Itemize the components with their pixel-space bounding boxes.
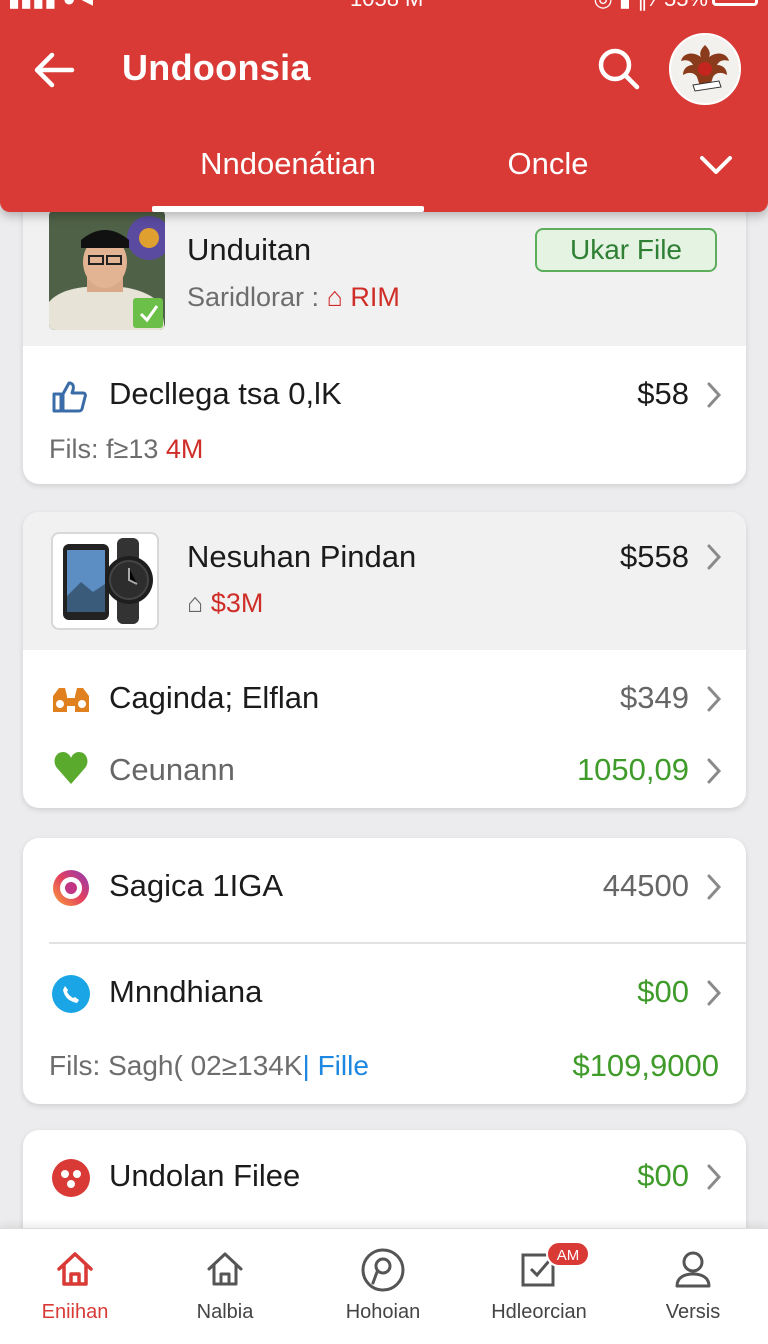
bag-icon: ⌂: [326, 282, 343, 312]
row-value: 44500: [602, 868, 689, 903]
home-outline-icon: [207, 1252, 243, 1286]
row-label: Sagica 1IGA: [109, 868, 284, 903]
row-label: Ceunann: [109, 752, 235, 787]
search-icon[interactable]: [594, 44, 642, 92]
notification-badge: AM: [546, 1241, 590, 1267]
row-label: Caginda; Elflan: [109, 680, 320, 715]
row-value: $349: [620, 680, 689, 715]
files-footer: Fils: Sagh( 02≥134K| Fille: [49, 1050, 369, 1082]
file-link[interactable]: Fille: [318, 1050, 369, 1081]
card-price: $00: [637, 1158, 689, 1193]
profile-photo: [49, 210, 165, 330]
binoculars-icon: [53, 688, 89, 712]
heart-icon: [54, 752, 88, 784]
card-unduitan: Unduitan Saridlorar : ⌂ RIM Ukar File De…: [23, 176, 746, 484]
card-nesuhan: Nesuhan Pindan $558 ⌂ $3M Caginda; Elfla…: [23, 512, 746, 808]
card-title: Undolan Filee: [109, 1158, 301, 1193]
chevron-right-icon[interactable]: [705, 381, 723, 409]
card-title: Nesuhan Pindan: [187, 539, 417, 574]
footer-amount: $109,9000: [572, 1048, 719, 1083]
nav-label: Hdleorcian: [491, 1301, 587, 1323]
tab-primary[interactable]: Nndoenátian: [152, 146, 424, 182]
row-value: 1050,09: [576, 752, 689, 787]
status-bar: ▮▮▮▮ ● ◂ 1058 M ◎ ▮ ∥ ⁄ 55%: [0, 0, 768, 16]
divider: [49, 942, 746, 944]
location-icon: [361, 1248, 405, 1292]
sub-value: $3M: [210, 588, 264, 618]
files-label: Fils:: [49, 434, 99, 464]
files-value: Sagh( 02≥134K: [108, 1050, 303, 1081]
instagram-icon: [53, 870, 89, 906]
chevron-right-icon[interactable]: [705, 757, 723, 785]
row-label: Decllega tsa 0,lK: [109, 376, 342, 411]
row-price: $58: [637, 376, 689, 411]
nav-item-versis[interactable]: Versis: [618, 1229, 768, 1344]
status-icons: ◎ ▮ ∥ ⁄ 55%: [594, 0, 708, 12]
row-label: Mnndhiana: [109, 974, 263, 1009]
separator: |: [302, 1050, 310, 1081]
nav-item-nalbia[interactable]: Nalbia: [150, 1229, 300, 1344]
card-price: $558: [620, 539, 689, 574]
subtitle-label: Saridlorar :: [187, 282, 320, 312]
files-value: f≥13: [106, 434, 159, 464]
nav-item-home[interactable]: Eniihan: [0, 1229, 150, 1344]
nav-label: Versis: [665, 1301, 721, 1323]
battery-icon: [712, 0, 758, 6]
files-label: Fils:: [49, 1050, 101, 1081]
chevron-right-icon[interactable]: [705, 979, 723, 1007]
nav-item-hdleorcian[interactable]: AM Hdleorcian: [464, 1229, 614, 1344]
tab-indicator: [152, 206, 424, 212]
nav-label: Nalbia: [196, 1301, 254, 1323]
subtitle-value: RIM: [350, 282, 400, 312]
signal-icon: ▮▮▮▮ ● ◂: [8, 0, 93, 12]
row-value: $00: [637, 974, 689, 1009]
chevron-down-icon[interactable]: [696, 148, 736, 184]
phone-call-icon: [52, 975, 90, 1013]
chevron-right-icon[interactable]: [705, 1163, 723, 1191]
back-arrow-icon[interactable]: [30, 46, 78, 94]
chevron-right-icon[interactable]: [705, 873, 723, 901]
product-thumbnail: [51, 532, 159, 630]
bottom-nav: Eniihan Nalbia Hohoian AM Hdleorcian Ver…: [0, 1228, 768, 1344]
eagle-emblem-icon: [681, 45, 729, 92]
home-icon: [57, 1252, 93, 1286]
tab-secondary[interactable]: Oncle: [470, 146, 626, 182]
nav-label: Eniihan: [41, 1301, 109, 1323]
card-title: Unduitan: [187, 232, 312, 267]
chevron-right-icon[interactable]: [705, 685, 723, 713]
card-subtitle: Saridlorar : ⌂ RIM: [187, 282, 400, 313]
card-sagica: Sagica 1IGA 44500 Mnndhiana $00 Fils: Sa…: [23, 838, 746, 1104]
chevron-right-icon[interactable]: [705, 543, 723, 571]
clock: 1058 M: [350, 0, 423, 12]
card-sub: ⌂ $3M: [187, 588, 263, 619]
app-header: ▮▮▮▮ ● ◂ 1058 M ◎ ▮ ∥ ⁄ 55% Undoonsia Nn…: [0, 0, 768, 212]
thumbs-up-icon: [52, 381, 87, 413]
files-info: Fils: f≥13 4M: [49, 434, 203, 465]
user-icon: [675, 1251, 711, 1288]
files-highlight: 4M: [165, 434, 204, 464]
page-title: Undoonsia: [122, 47, 311, 88]
bag-icon: ⌂: [187, 588, 204, 618]
ukar-file-button[interactable]: Ukar File: [535, 228, 717, 272]
avatar[interactable]: [669, 33, 741, 105]
nav-label: Hohoian: [345, 1301, 421, 1323]
flower-icon: [52, 1159, 90, 1197]
nav-item-hohoian[interactable]: Hohoian: [308, 1229, 458, 1344]
